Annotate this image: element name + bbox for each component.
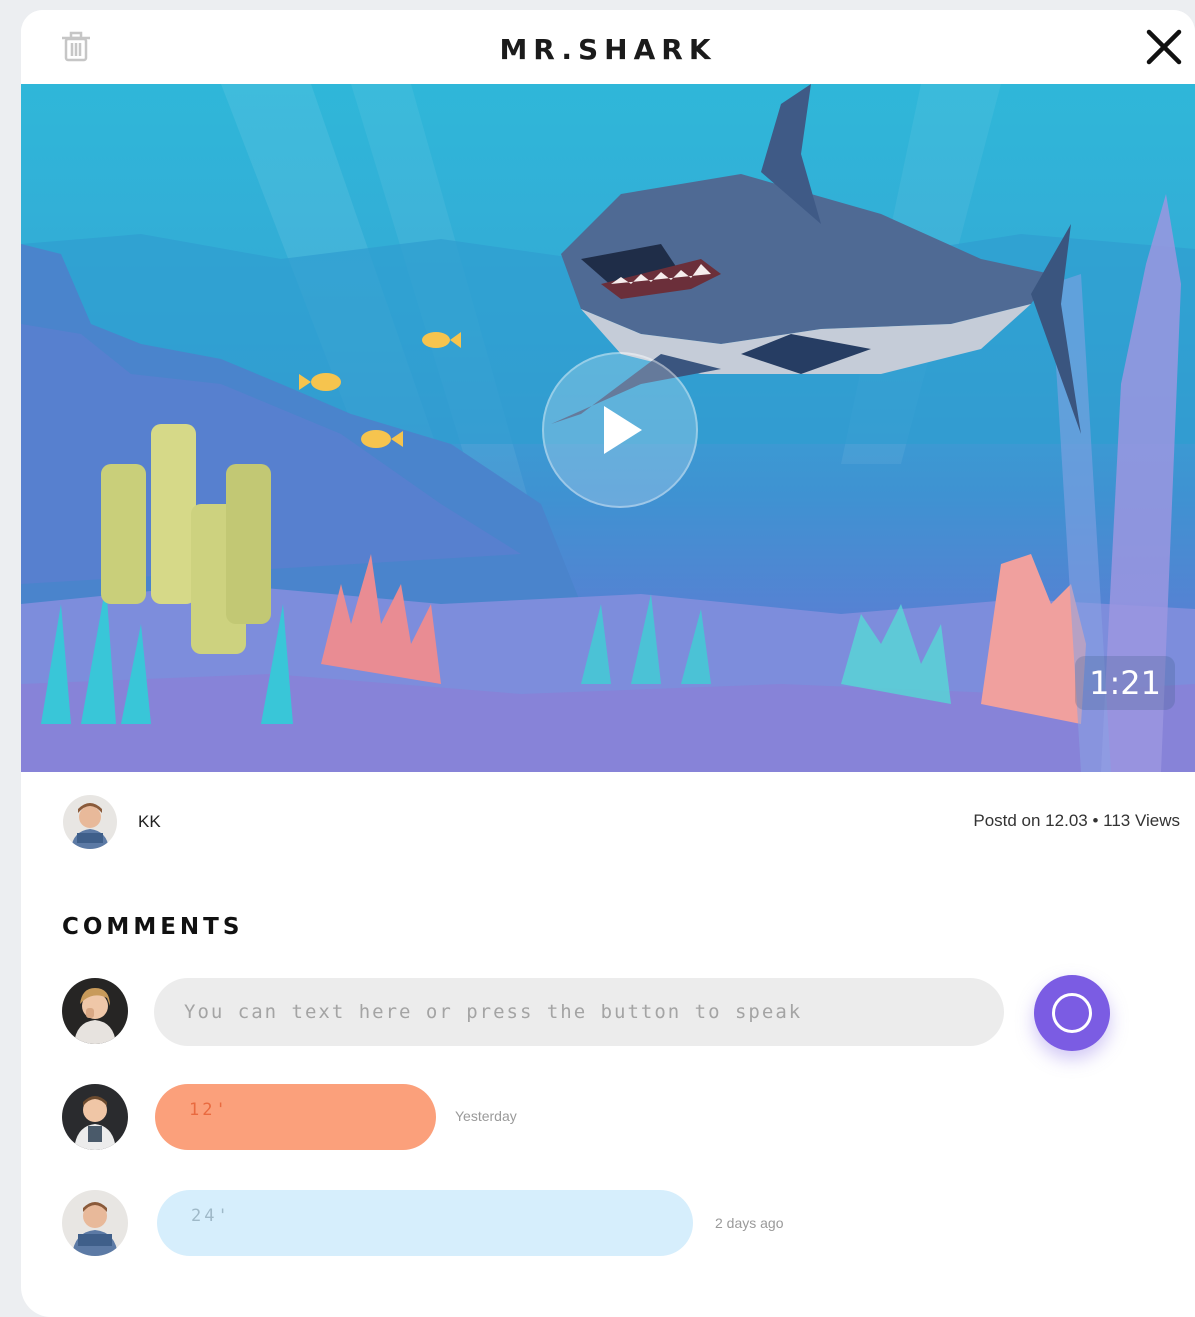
comment-avatar bbox=[62, 1084, 128, 1150]
author-name[interactable]: KK bbox=[138, 812, 161, 832]
voice-comment-duration: 24' bbox=[191, 1206, 231, 1226]
video-duration: 1:21 bbox=[1075, 656, 1175, 710]
record-icon bbox=[1052, 993, 1092, 1033]
modal-header: MR.SHARK bbox=[21, 10, 1195, 84]
comment-avatar bbox=[62, 1190, 128, 1256]
video-modal: MR.SHARK 1:21 KK Postd on 12.03 • 113 Vi… bbox=[21, 10, 1195, 1317]
current-user-avatar bbox=[62, 978, 128, 1044]
voice-comment-bubble[interactable]: 12' bbox=[155, 1084, 436, 1150]
voice-comment-duration: 12' bbox=[189, 1100, 229, 1120]
play-icon bbox=[604, 406, 642, 454]
comment-timestamp: Yesterday bbox=[455, 1108, 517, 1124]
comment-input[interactable] bbox=[154, 978, 1004, 1046]
comment-timestamp: 2 days ago bbox=[715, 1215, 784, 1231]
close-icon[interactable] bbox=[1143, 26, 1185, 68]
comments-heading: COMMENTS bbox=[62, 914, 244, 940]
post-meta: Postd on 12.03 • 113 Views bbox=[973, 811, 1180, 830]
video-player[interactable]: 1:21 bbox=[21, 84, 1195, 772]
page-title: MR.SHARK bbox=[499, 33, 717, 66]
author-avatar[interactable] bbox=[63, 795, 117, 849]
play-button[interactable] bbox=[542, 352, 698, 508]
voice-record-button[interactable] bbox=[1034, 975, 1110, 1051]
voice-comment-bubble[interactable]: 24' bbox=[157, 1190, 693, 1256]
